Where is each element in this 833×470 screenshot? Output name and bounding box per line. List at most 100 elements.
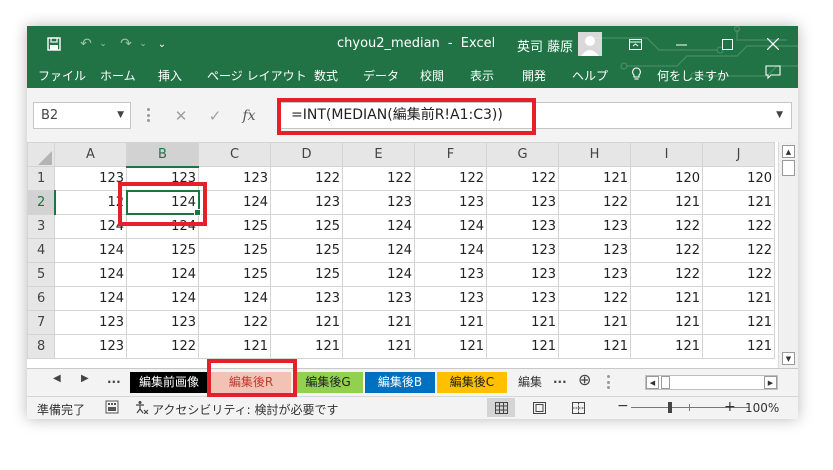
- cell-i4[interactable]: 122: [630, 238, 703, 263]
- scroll-left-icon[interactable]: ◀: [646, 376, 659, 389]
- cell-f1[interactable]: 122: [414, 166, 487, 191]
- cell-e4[interactable]: 124: [342, 238, 415, 263]
- cell-f8[interactable]: 121: [414, 334, 487, 359]
- tab-page-layout[interactable]: ページ レイアウト: [207, 67, 307, 84]
- normal-view-icon[interactable]: [487, 398, 515, 417]
- scroll-right-icon[interactable]: ▶: [764, 376, 777, 389]
- cell-j6[interactable]: 121: [702, 286, 775, 311]
- cell-e2[interactable]: 123: [342, 190, 415, 215]
- cell-table[interactable]: ABCDEFGHIJ 1 123 123 123 122 122 122 122 121 120 1…: [27, 142, 775, 359]
- cell-j4[interactable]: 122: [702, 238, 775, 263]
- cell-j5[interactable]: 122: [702, 262, 775, 287]
- scroll-down-icon[interactable]: ▼: [782, 352, 795, 365]
- more-tabs-left[interactable]: ...: [107, 372, 121, 386]
- redo-icon[interactable]: ↷: [115, 26, 137, 62]
- cell-h4[interactable]: 123: [558, 238, 631, 263]
- insert-function-button[interactable]: fx: [232, 102, 266, 129]
- horizontal-scrollbar[interactable]: ◀ ▶: [645, 375, 778, 390]
- cell-b6[interactable]: 124: [126, 286, 199, 311]
- add-sheet-button[interactable]: ⊕: [578, 370, 591, 389]
- column-header-a[interactable]: A: [54, 142, 127, 167]
- column-header-e[interactable]: E: [342, 142, 415, 167]
- tab-data[interactable]: データ: [363, 67, 399, 84]
- cell-f3[interactable]: 124: [414, 214, 487, 239]
- cell-i7[interactable]: 121: [630, 310, 703, 335]
- cancel-entry-icon[interactable]: ✕: [164, 102, 198, 129]
- cell-i8[interactable]: 121: [630, 334, 703, 359]
- cell-g4[interactable]: 123: [486, 238, 559, 263]
- cell-i3[interactable]: 122: [630, 214, 703, 239]
- cell-h2[interactable]: 122: [558, 190, 631, 215]
- cell-j1[interactable]: 120: [702, 166, 775, 191]
- cell-d2[interactable]: 123: [270, 190, 343, 215]
- tab-scroll-right-icon[interactable]: ▶: [81, 373, 89, 384]
- cell-f5[interactable]: 123: [414, 262, 487, 287]
- cell-c7[interactable]: 122: [198, 310, 271, 335]
- cell-e5[interactable]: 124: [342, 262, 415, 287]
- cell-f4[interactable]: 124: [414, 238, 487, 263]
- cell-e3[interactable]: 124: [342, 214, 415, 239]
- cell-c5[interactable]: 125: [198, 262, 271, 287]
- cell-g5[interactable]: 123: [486, 262, 559, 287]
- cell-f7[interactable]: 121: [414, 310, 487, 335]
- more-tabs-right[interactable]: ...: [553, 372, 567, 386]
- cell-a7[interactable]: 123: [54, 310, 127, 335]
- column-header-h[interactable]: H: [558, 142, 631, 167]
- column-header-d[interactable]: D: [270, 142, 343, 167]
- sheet-tab-4[interactable]: 編集後B: [365, 372, 435, 393]
- cell-a6[interactable]: 124: [54, 286, 127, 311]
- row-header-6[interactable]: 6: [27, 286, 55, 311]
- formula-bar-grip-icon[interactable]: [147, 108, 150, 122]
- column-header-g[interactable]: G: [486, 142, 559, 167]
- cell-d7[interactable]: 121: [270, 310, 343, 335]
- ribbon-display-options-icon[interactable]: [612, 26, 658, 62]
- column-header-f[interactable]: F: [414, 142, 487, 167]
- cell-e8[interactable]: 121: [342, 334, 415, 359]
- zoom-level[interactable]: 100%: [745, 401, 779, 415]
- confirm-entry-icon[interactable]: ✓: [198, 102, 232, 129]
- horizontal-scroll-thumb[interactable]: [661, 376, 670, 389]
- tab-view[interactable]: 表示: [470, 67, 494, 84]
- cell-j8[interactable]: 121: [702, 334, 775, 359]
- undo-dropdown-icon[interactable]: ⌄: [97, 26, 109, 62]
- cell-a1[interactable]: 123: [54, 166, 127, 191]
- maximize-icon[interactable]: [704, 26, 750, 62]
- cell-g8[interactable]: 121: [486, 334, 559, 359]
- cell-a3[interactable]: 124: [54, 214, 127, 239]
- formula-input[interactable]: =INT(MEDIAN(編集前R!A1:C3)) ▼: [278, 102, 792, 129]
- cell-g3[interactable]: 123: [486, 214, 559, 239]
- name-box-dropdown-icon[interactable]: ▼: [117, 103, 124, 128]
- cell-i5[interactable]: 122: [630, 262, 703, 287]
- cell-b2[interactable]: 124: [126, 190, 199, 215]
- row-header-2[interactable]: 2: [27, 190, 56, 215]
- row-header-1[interactable]: 1: [27, 166, 55, 191]
- avatar[interactable]: [578, 32, 602, 56]
- lightbulb-icon[interactable]: [631, 67, 642, 84]
- page-layout-view-icon[interactable]: [525, 398, 553, 417]
- zoom-in-button[interactable]: +: [724, 399, 736, 415]
- cell-i6[interactable]: 121: [630, 286, 703, 311]
- sheet-tab-6[interactable]: 編集: [509, 372, 551, 393]
- cell-e7[interactable]: 121: [342, 310, 415, 335]
- accessibility-icon[interactable]: [135, 400, 149, 417]
- cell-c3[interactable]: 125: [198, 214, 271, 239]
- cell-b5[interactable]: 124: [126, 262, 199, 287]
- zoom-out-button[interactable]: −: [617, 398, 629, 414]
- row-header-3[interactable]: 3: [27, 214, 55, 239]
- vertical-scroll-thumb[interactable]: [782, 160, 795, 176]
- cell-b8[interactable]: 122: [126, 334, 199, 359]
- column-header-b[interactable]: B: [126, 142, 199, 168]
- cell-g2[interactable]: 123: [486, 190, 559, 215]
- tell-me-search[interactable]: 何をしますか: [657, 67, 729, 84]
- cell-d5[interactable]: 125: [270, 262, 343, 287]
- column-header-j[interactable]: J: [702, 142, 775, 167]
- cell-c4[interactable]: 125: [198, 238, 271, 263]
- cell-d4[interactable]: 125: [270, 238, 343, 263]
- undo-icon[interactable]: ↶: [75, 26, 97, 62]
- save-icon[interactable]: [41, 26, 67, 62]
- close-icon[interactable]: [750, 26, 796, 62]
- sheet-tab-5[interactable]: 編集後C: [437, 372, 507, 393]
- cell-a4[interactable]: 124: [54, 238, 127, 263]
- cell-d6[interactable]: 123: [270, 286, 343, 311]
- row-header-4[interactable]: 4: [27, 238, 55, 263]
